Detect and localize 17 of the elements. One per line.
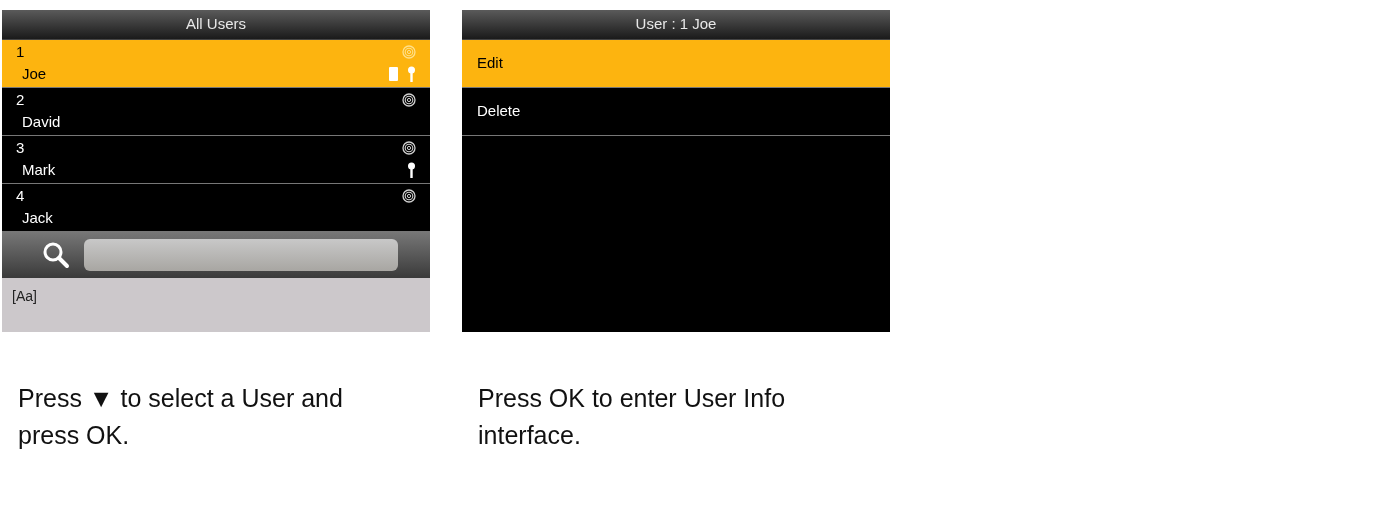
screen-title: All Users bbox=[186, 14, 246, 35]
user-number: 1 bbox=[16, 41, 25, 62]
user-name: David bbox=[21, 111, 61, 132]
user-number: 4 bbox=[16, 185, 25, 206]
search-field[interactable] bbox=[84, 239, 398, 271]
menu-item[interactable]: Edit bbox=[462, 40, 890, 88]
user-name: Joe bbox=[21, 63, 47, 84]
caption: Press OK to enter User Info interface. bbox=[478, 383, 787, 451]
user-number: 3 bbox=[16, 137, 25, 158]
user-number: 2 bbox=[16, 89, 25, 110]
user-name: Jack bbox=[21, 207, 53, 228]
input-mode-label: [Aa] bbox=[12, 288, 37, 304]
user-name: Mark bbox=[21, 159, 56, 180]
user-row[interactable]: 1 Joe bbox=[2, 40, 430, 88]
search-icon[interactable] bbox=[42, 241, 70, 269]
screen-title: User : 1 Joe bbox=[635, 14, 717, 35]
caption: Press ▼ to select a User and press OK. bbox=[18, 383, 344, 451]
